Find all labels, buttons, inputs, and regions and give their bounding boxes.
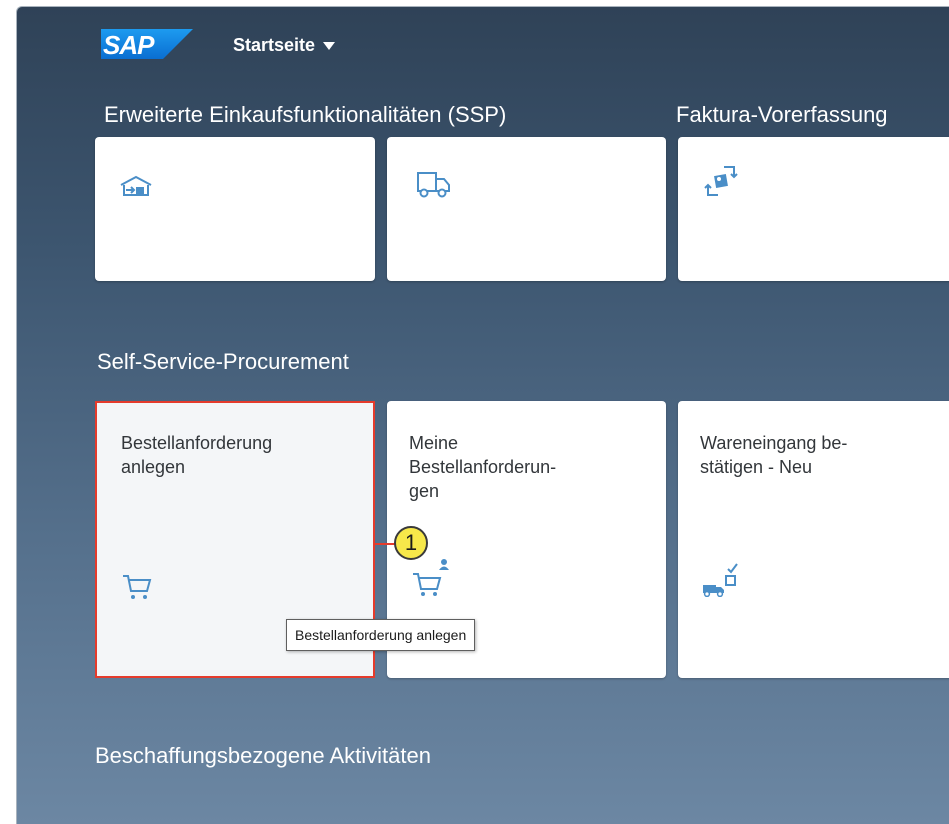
warehouse-inbound-icon <box>119 175 153 197</box>
launchpad-window: SAP Startseite Erweiterte Einkaufsfunkti… <box>16 6 949 824</box>
shopping-cart-icon <box>121 573 153 601</box>
group-title-invoice-preentry: Faktura-Vorerfassung <box>676 102 888 127</box>
home-menu-button[interactable]: Startseite <box>233 35 336 56</box>
package-transfer-icon <box>704 163 740 199</box>
tile-title: Wareneingang be- stätigen - Neu <box>700 433 848 477</box>
caret-down-icon <box>323 41 336 50</box>
tile-title: Meine Bestellanforderun- gen <box>409 433 557 501</box>
tile-inbound-delivery[interactable] <box>95 137 375 281</box>
callout-marker: 1 <box>394 526 428 560</box>
tile-title: Bestellanforderung anlegen <box>121 433 273 477</box>
tile-invoice-preentry[interactable] <box>678 137 949 281</box>
group-title-self-service-procurement: Self-Service-Procurement <box>97 349 349 374</box>
sap-logo-text: SAP <box>103 30 154 60</box>
tooltip: Bestellanforderung anlegen <box>286 619 476 651</box>
tile-delivery[interactable] <box>387 137 666 281</box>
home-menu-label: Startseite <box>233 35 316 55</box>
sap-logo[interactable]: SAP <box>101 29 193 60</box>
cart-user-icon <box>411 557 451 597</box>
tile-confirm-goods-receipt[interactable]: Wareneingang be- stätigen - Neu <box>678 401 949 678</box>
group-title-procurement-activities: Beschaffungsbezogene Aktivitäten <box>95 743 431 768</box>
truck-confirm-icon <box>702 559 742 597</box>
truck-icon <box>415 169 451 199</box>
group-title-ssp-extended: Erweiterte Einkaufsfunktionalitäten (SSP… <box>104 102 507 127</box>
shell-bar: SAP Startseite <box>17 7 949 77</box>
